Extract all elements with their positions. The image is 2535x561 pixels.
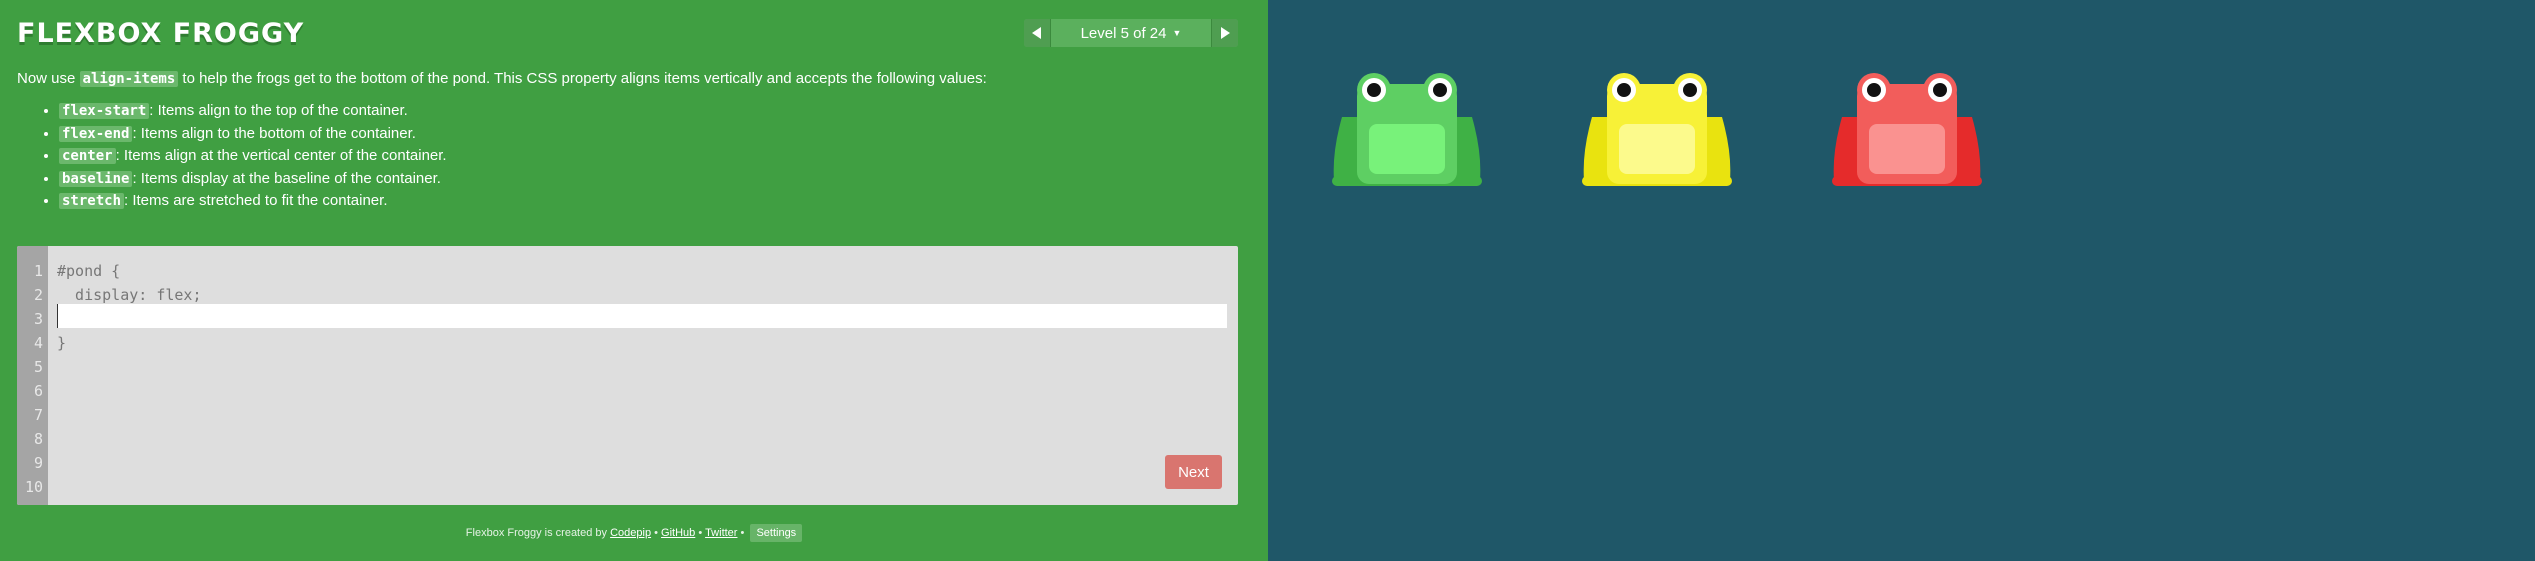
intro-code-word: align-items bbox=[79, 71, 179, 87]
css-input[interactable] bbox=[57, 304, 1227, 328]
value-code: flex-end bbox=[59, 125, 133, 142]
line-number: 8 bbox=[33, 430, 43, 448]
value-desc: : Items align at the vertical center of … bbox=[115, 147, 447, 164]
footer-separator: • bbox=[695, 527, 706, 539]
line-number: 4 bbox=[33, 334, 43, 352]
code-line-1: #pond { bbox=[57, 262, 121, 280]
line-number: 6 bbox=[33, 382, 43, 400]
twitter-link[interactable]: Twitter bbox=[705, 527, 737, 539]
line-number: 7 bbox=[33, 406, 43, 424]
instructions-intro: Now use align-items to help the frogs ge… bbox=[17, 68, 1237, 90]
code-editor: 1 2 3 4 5 6 7 8 9 10 #pond { display: fl… bbox=[17, 246, 1238, 505]
level-nav: Level 5 of 24 ▼ bbox=[1024, 19, 1238, 47]
footer: Flexbox Froggy is created by Codepip • G… bbox=[0, 524, 1268, 542]
frog-belly bbox=[1369, 124, 1445, 174]
green-frog bbox=[1332, 73, 1482, 186]
red-frog bbox=[1832, 73, 1982, 186]
frog-belly bbox=[1869, 124, 1945, 174]
values-list: flex-start: Items align to the top of th… bbox=[17, 100, 1237, 213]
sidebar: FLEXBOX FROGGY Level 5 of 24 ▼ Now use a… bbox=[0, 0, 1268, 561]
intro-text-before: Now use bbox=[17, 70, 80, 87]
intro-text-after: to help the frogs get to the bottom of t… bbox=[178, 70, 987, 87]
value-code: center bbox=[59, 148, 116, 164]
value-code: stretch bbox=[59, 193, 125, 209]
instructions: Now use align-items to help the frogs ge… bbox=[17, 68, 1237, 213]
line-number: 5 bbox=[33, 358, 43, 376]
line-number: 2 bbox=[33, 286, 43, 304]
line-number: 1 bbox=[33, 262, 43, 280]
line-number: 9 bbox=[33, 454, 43, 472]
caret-down-icon: ▼ bbox=[1172, 28, 1182, 38]
value-code: baseline bbox=[59, 170, 133, 187]
codepip-link[interactable]: Codepip bbox=[610, 527, 651, 539]
pond bbox=[1268, 0, 2535, 561]
list-item: stretch: Items are stretched to fit the … bbox=[59, 190, 1237, 213]
line-number: 3 bbox=[33, 310, 43, 328]
prev-level-button[interactable] bbox=[1024, 19, 1050, 47]
line-number-gutter: 1 2 3 4 5 6 7 8 9 10 bbox=[17, 246, 48, 505]
code-area: #pond { display: flex; } Next bbox=[48, 246, 1238, 505]
next-level-button[interactable] bbox=[1212, 19, 1238, 47]
app: FLEXBOX FROGGY Level 5 of 24 ▼ Now use a… bbox=[0, 0, 2535, 561]
github-link[interactable]: GitHub bbox=[661, 527, 695, 539]
value-desc: : Items align to the top of the containe… bbox=[149, 102, 408, 119]
code-line-4: } bbox=[57, 334, 67, 352]
arrow-left-icon bbox=[1032, 27, 1041, 39]
settings-button[interactable]: Settings bbox=[750, 524, 803, 542]
value-desc: : Items are stretched to fit the contain… bbox=[124, 192, 388, 209]
value-code: flex-start bbox=[59, 103, 150, 119]
value-desc: : Items display at the baseline of the c… bbox=[132, 169, 441, 187]
footer-created-text: Flexbox Froggy is created by bbox=[465, 527, 611, 539]
list-item: flex-end: Items align to the bottom of t… bbox=[59, 123, 1237, 146]
footer-separator: • bbox=[651, 527, 662, 539]
frog-belly bbox=[1619, 124, 1695, 174]
footer-separator: • bbox=[737, 527, 748, 539]
value-desc: : Items align to the bottom of the conta… bbox=[132, 124, 416, 142]
list-item: baseline: Items display at the baseline … bbox=[59, 168, 1237, 191]
arrow-right-icon bbox=[1221, 27, 1230, 39]
yellow-frog bbox=[1582, 73, 1732, 186]
list-item: flex-start: Items align to the top of th… bbox=[59, 100, 1237, 123]
app-title: FLEXBOX FROGGY bbox=[17, 18, 305, 49]
next-button[interactable]: Next bbox=[1165, 455, 1222, 489]
line-number: 10 bbox=[24, 478, 43, 496]
list-item: center: Items align at the vertical cent… bbox=[59, 145, 1237, 168]
level-dropdown[interactable]: Level 5 of 24 ▼ bbox=[1050, 19, 1212, 47]
level-label: Level 5 of 24 bbox=[1080, 24, 1167, 42]
